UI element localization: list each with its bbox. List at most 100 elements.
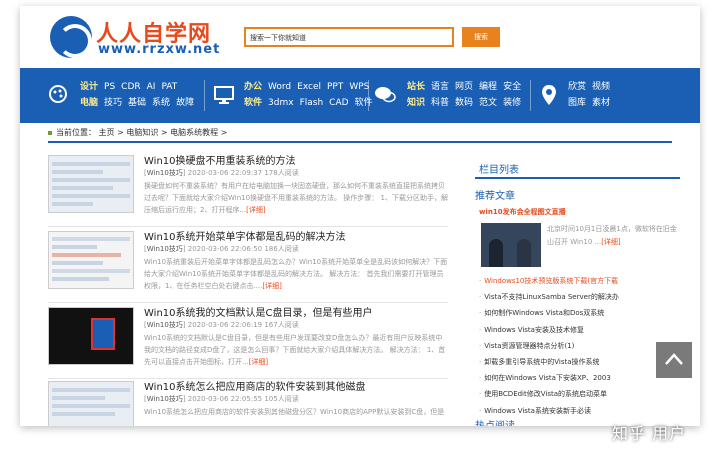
nav-item-excel[interactable]: Excel	[297, 82, 321, 92]
article-more-link[interactable]: [详细]	[262, 282, 281, 290]
article-thumbnail[interactable]	[48, 231, 134, 289]
logo-icon[interactable]	[50, 16, 92, 58]
nav-item-flash[interactable]: Flash	[300, 98, 324, 108]
nav-item-essay[interactable]: 范文	[479, 98, 497, 108]
breadcrumb-home[interactable]: 主页	[99, 128, 115, 137]
article-summary: 换硬盘如何不重装系统？有用户在给电脑加换一块固态硬盘，那么如何不重装系统直接把系…	[144, 180, 448, 216]
article-summary: Win10系统怎么把应用商店的软件安装到其他磁盘分区？Win10商店的APP默认…	[144, 406, 448, 426]
article-more-link[interactable]: [详细]	[249, 358, 268, 366]
nav-item-programming[interactable]: 编程	[479, 82, 497, 92]
breadcrumb-computer-knowledge[interactable]: 电脑知识	[126, 128, 158, 137]
list-item[interactable]: 使用BCDEdit修改Vista的系统启动菜单	[479, 386, 680, 402]
list-item[interactable]: 如何在Windows Vista下安装XP、2003	[479, 370, 680, 386]
article-more-link[interactable]: [详细]	[246, 206, 265, 214]
article-summary: Win10系统的文档默认是C盘目录，但是有些用户发现要改变D盘怎么办？最近有用户…	[144, 332, 448, 368]
square-bullet-icon	[48, 130, 52, 135]
article-item: Win10换硬盘不用重装系统的方法 [Win10技巧] 2020-03-06 2…	[48, 152, 448, 227]
article-title[interactable]: Win10系统我的文档默认是C盘目录，但是有些用户	[144, 304, 373, 319]
article-title[interactable]: Win10系统怎么把应用商店的软件安装到其他磁盘	[144, 378, 366, 393]
featured-article-summary: 北京时间10月1日凌晨1点，微软将在旧金山召开 Win10 ...[详细]	[547, 223, 680, 249]
list-item[interactable]: Vista不支持LinuxSamba Server的解决办	[479, 289, 680, 305]
sidebar: 栏目列表 推荐文章 win10发布会全程图文直播 北京时间10月1日凌晨1点，微…	[475, 143, 680, 426]
nav-item-language[interactable]: 语言	[431, 82, 449, 92]
nav-item-computer[interactable]: 电脑	[80, 98, 98, 108]
article-thumbnail[interactable]	[48, 155, 134, 213]
nav-item-design[interactable]: 设计	[80, 82, 98, 92]
list-item[interactable]: 卸载多重引导系统中的Vista操作系统	[479, 354, 680, 370]
nav-item-security[interactable]: 安全	[503, 82, 521, 92]
palette-icon	[48, 84, 68, 109]
nav-item-science[interactable]: 科普	[431, 98, 449, 108]
nav-item-tips[interactable]: 技巧	[104, 98, 122, 108]
nav-divider	[368, 80, 369, 111]
sidebar-recommend-heading: 推荐文章	[475, 191, 515, 202]
nav-item-knowledge[interactable]: 知识	[407, 98, 425, 108]
nav-item-pat[interactable]: PAT	[161, 82, 177, 92]
breadcrumb: 当前位置： 主页 > 电脑知识 > 电脑系统教程 >	[48, 123, 672, 143]
list-item[interactable]: Windows Vista安装及技术修复	[479, 322, 680, 338]
nav-item-software[interactable]: 软件	[244, 98, 262, 108]
nav-item-cdr[interactable]: CDR	[121, 82, 140, 92]
nav-item-basics[interactable]: 基础	[128, 98, 146, 108]
article-meta: [Win10技巧] 2020-03-06 22:06:19 167人阅读	[144, 321, 299, 329]
nav-item-video[interactable]: 视频	[592, 82, 610, 92]
nav-item-webpage[interactable]: 网页	[455, 82, 473, 92]
main-nav: 设计 PS CDR AI PAT 电脑 技巧 基础 系统 故障 办公 Word Excel PPT WP…	[20, 68, 700, 123]
featured-more-link[interactable]: [详细]	[601, 238, 620, 246]
nav-item-3dmx[interactable]: 3dmx	[268, 98, 294, 108]
article-summary-text: 换硬盘如何不重装系统？有用户在给电脑加换一块固态硬盘，那么如何不重装系统直接把系…	[144, 182, 448, 214]
nav-item-cad[interactable]: CAD	[329, 98, 348, 108]
nav-item-system[interactable]: 系统	[152, 98, 170, 108]
sidebar-hot-reading-heading: 热点阅读	[475, 417, 515, 426]
nav-item-ai[interactable]: AI	[147, 82, 156, 92]
article-date-views: 2020-03-06 22:06:50 186人阅读	[187, 245, 299, 253]
nav-item-image-library[interactable]: 图库	[568, 98, 586, 108]
nav-item-faults[interactable]: 故障	[176, 98, 194, 108]
search-button[interactable]: 搜索	[462, 27, 500, 47]
search-input[interactable]: 搜索一下你就知道	[244, 27, 454, 47]
featured-article-title[interactable]: win10发布会全程图文直播	[479, 207, 566, 217]
recommended-list: Windows10技术预览版系统下载(官方下载 Vista不支持LinuxSam…	[479, 273, 680, 419]
article-date-views: 2020-03-06 22:06:19 167人阅读	[187, 321, 299, 329]
nav-item-ps[interactable]: PS	[104, 82, 115, 92]
nav-divider	[204, 80, 205, 111]
article-summary-text: Win10系统重装后开始菜单字体都是乱码怎么办？Win10系统开始菜单全是乱码该…	[144, 258, 448, 290]
article-category[interactable]: Win10技巧	[147, 321, 183, 329]
nav-divider	[530, 80, 531, 111]
article-title[interactable]: Win10换硬盘不用重装系统的方法	[144, 152, 296, 167]
list-item[interactable]: Vista资源管理器特点分析(1)	[479, 338, 680, 354]
breadcrumb-system-tutorial[interactable]: 电脑系统教程	[170, 128, 218, 137]
nav-item-wps[interactable]: WPS	[349, 82, 369, 92]
nav-item-ppt[interactable]: PPT	[327, 82, 343, 92]
list-item[interactable]: 如何制作Windows Vista和Dos双系统	[479, 305, 680, 321]
article-thumbnail[interactable]	[48, 381, 134, 426]
back-to-top-button[interactable]	[656, 342, 692, 378]
chevron-up-icon	[665, 353, 683, 365]
featured-article-image[interactable]	[481, 223, 541, 267]
nav-item-office[interactable]: 办公	[244, 82, 262, 92]
nav-item-decoration[interactable]: 装修	[503, 98, 521, 108]
window-highlight-icon	[91, 318, 115, 350]
browser-page: 人人自学网 www.rrzxw.net 搜索一下你就知道 搜索 设计 PS CDR A…	[20, 6, 700, 426]
article-thumbnail[interactable]	[48, 307, 134, 365]
nav-item-digital[interactable]: 数码	[455, 98, 473, 108]
watermark: 知乎 用户	[612, 424, 687, 443]
article-category[interactable]: Win10技巧	[147, 169, 183, 177]
article-category[interactable]: Win10技巧	[147, 245, 183, 253]
nav-item-materials[interactable]: 素材	[592, 98, 610, 108]
nav-item-word[interactable]: Word	[268, 82, 291, 92]
article-title[interactable]: Win10系统开始菜单字体都是乱码的解决方法	[144, 228, 346, 243]
logo-url[interactable]: www.rrzxw.net	[98, 42, 220, 57]
nav-item-webmaster[interactable]: 站长	[407, 82, 425, 92]
nav-item-software-2[interactable]: 软件	[355, 98, 373, 108]
chat-bubble-icon	[374, 85, 396, 110]
breadcrumb-separator: >	[158, 128, 171, 137]
nav-item-appreciate[interactable]: 欣赏	[568, 82, 586, 92]
list-item[interactable]: Windows10技术预览版系统下载(官方下载	[479, 273, 680, 289]
sidebar-column-list-heading[interactable]: 栏目列表	[479, 161, 519, 176]
nav-group-webmaster: 站长 语言 网页 编程 安全 知识 科普 数码 范文 装修	[407, 79, 527, 111]
article-category[interactable]: Win10技巧	[147, 395, 183, 403]
article-meta: [Win10技巧] 2020-03-06 22:09:37 178人阅读	[144, 169, 299, 177]
monitor-icon	[214, 86, 234, 109]
sidebar-divider	[475, 177, 680, 179]
